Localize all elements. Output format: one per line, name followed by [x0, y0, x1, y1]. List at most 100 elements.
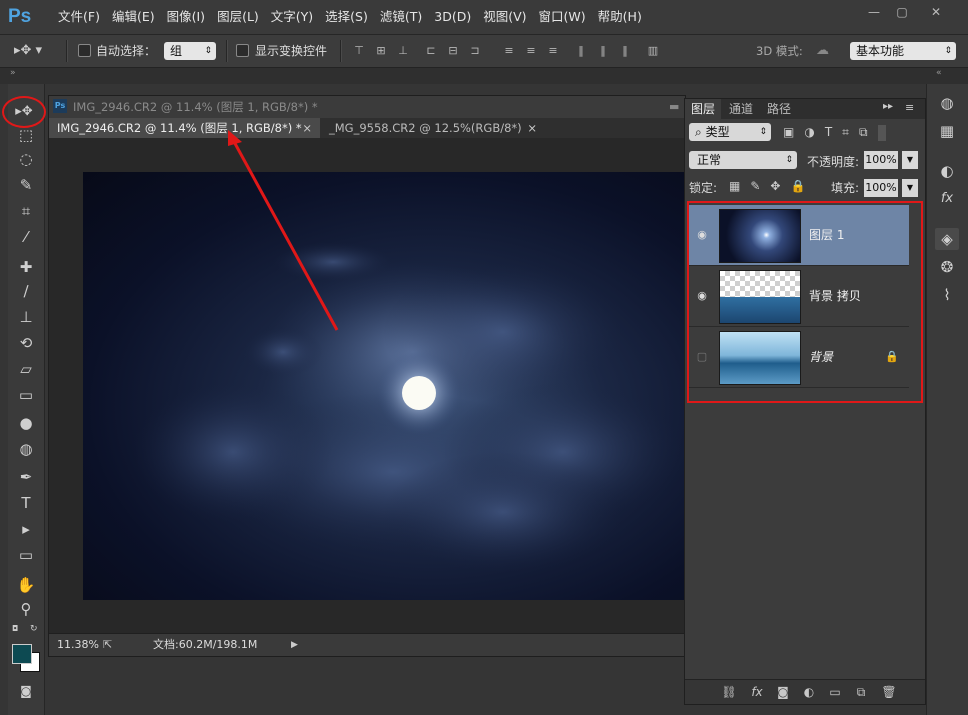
- 3d-orbit-icon[interactable]: ☁: [816, 41, 846, 61]
- layer-style-icon[interactable]: fx: [747, 682, 767, 702]
- share-icon[interactable]: ⇱: [103, 634, 112, 656]
- gradient-icon[interactable]: ▭: [14, 384, 38, 406]
- tab-mg-9558[interactable]: _MG_9558.CR2 @ 12.5%(RGB/8*) ×: [321, 118, 537, 138]
- brush-icon[interactable]: ∕: [14, 280, 38, 302]
- align-vcenter-icon[interactable]: ⊞: [374, 44, 388, 58]
- marquee-icon[interactable]: ⬚: [14, 124, 38, 146]
- hand-icon[interactable]: ✋: [14, 574, 38, 596]
- distribute-top-icon[interactable]: ≡: [502, 44, 516, 58]
- opacity-dropdown-icon[interactable]: ▼: [902, 151, 918, 169]
- menu-help[interactable]: 帮助(H): [592, 0, 648, 34]
- stamp-icon[interactable]: ⊥: [14, 306, 38, 328]
- pen-icon[interactable]: ✒: [14, 466, 38, 488]
- night-sky-photo[interactable]: [83, 172, 684, 600]
- crop-icon[interactable]: ⌗: [14, 200, 38, 222]
- history-brush-icon[interactable]: ⟲: [14, 332, 38, 354]
- distribute-hcenter-icon[interactable]: ‖: [596, 44, 610, 58]
- visibility-eye-hidden-icon[interactable]: ▢: [693, 327, 711, 387]
- pixel-filter-icon[interactable]: ▣: [783, 125, 794, 141]
- foreground-color-swatch[interactable]: [12, 644, 32, 664]
- zoom-level[interactable]: 11.38%: [57, 634, 99, 656]
- new-layer-icon[interactable]: ⧉: [851, 682, 871, 702]
- quick-select-icon[interactable]: ✎: [14, 174, 38, 196]
- type-filter-icon[interactable]: T: [825, 125, 832, 141]
- adjustment-layer-icon[interactable]: ◐: [799, 682, 819, 702]
- path-select-icon[interactable]: ▸: [14, 518, 38, 540]
- color-palette-icon[interactable]: ◍: [935, 92, 959, 114]
- document-minimize-icon[interactable]: ▬: [669, 96, 679, 118]
- layer-name[interactable]: 图层 1: [809, 205, 844, 265]
- tab-paths[interactable]: 路径: [761, 99, 797, 119]
- align-hcenter-icon[interactable]: ⊟: [446, 44, 460, 58]
- blend-mode-dropdown[interactable]: 正常 ⇕: [689, 151, 797, 169]
- delete-layer-icon[interactable]: 🗑: [879, 682, 899, 702]
- quick-mask-icon[interactable]: ◙: [14, 680, 38, 702]
- auto-select-checkbox[interactable]: [78, 44, 91, 57]
- distribute-bottom-icon[interactable]: ≡: [546, 44, 560, 58]
- layer-name[interactable]: 背景: [809, 327, 833, 387]
- menu-3d[interactable]: 3D(D): [428, 0, 477, 34]
- menu-view[interactable]: 视图(V): [477, 0, 532, 34]
- smart-object-filter-icon[interactable]: ⧉: [859, 125, 868, 141]
- opacity-input[interactable]: 100%: [864, 151, 898, 169]
- align-right-icon[interactable]: ⊐: [468, 44, 482, 58]
- auto-select-dropdown[interactable]: 组 ⇕: [164, 42, 216, 60]
- tab-close-icon[interactable]: ×: [527, 118, 537, 138]
- menu-image[interactable]: 图像(I): [161, 0, 211, 34]
- filter-kind-dropdown[interactable]: ⌕ 类型 ⇕: [689, 123, 771, 141]
- show-transform-checkbox[interactable]: [236, 44, 249, 57]
- collapse-toolbox-icon[interactable]: »: [10, 68, 16, 78]
- healing-brush-icon[interactable]: ✚: [14, 256, 38, 278]
- distribute-right-icon[interactable]: ‖: [618, 44, 632, 58]
- zoom-icon[interactable]: ⚲: [14, 598, 38, 620]
- align-top-icon[interactable]: ⊤: [352, 44, 366, 58]
- visibility-eye-icon[interactable]: ◉: [693, 205, 711, 265]
- lock-transparency-icon[interactable]: ▦: [729, 179, 740, 193]
- default-colors-icon[interactable]: ◘: [12, 624, 22, 634]
- menu-window[interactable]: 窗口(W): [533, 0, 592, 34]
- shape-filter-icon[interactable]: ⌗: [842, 125, 849, 141]
- new-group-icon[interactable]: ▭: [825, 682, 845, 702]
- workspace-dropdown[interactable]: 基本功能 ⇕: [850, 42, 956, 60]
- type-icon[interactable]: T: [14, 492, 38, 514]
- paths-icon[interactable]: ⌇: [935, 284, 959, 306]
- layer-row-layer1[interactable]: ◉ 图层 1: [689, 205, 909, 266]
- maximize-button[interactable]: ▢: [888, 5, 916, 19]
- eraser-icon[interactable]: ▱: [14, 358, 38, 380]
- status-menu-arrow-icon[interactable]: ▶: [291, 634, 298, 656]
- adjustment-filter-icon[interactable]: ◑: [804, 125, 814, 141]
- menu-select[interactable]: 选择(S): [319, 0, 374, 34]
- menu-filter[interactable]: 滤镜(T): [374, 0, 428, 34]
- menu-file[interactable]: 文件(F): [52, 0, 106, 34]
- add-mask-icon[interactable]: ◙: [773, 682, 793, 702]
- distribute-vcenter-icon[interactable]: ≡: [524, 44, 538, 58]
- panel-expand-icon[interactable]: ▸▸: [883, 101, 893, 112]
- lock-pixels-icon[interactable]: ✎: [750, 179, 760, 193]
- tab-channels[interactable]: 通道: [723, 99, 759, 119]
- blur-icon[interactable]: ●: [14, 412, 38, 434]
- layer-row-background[interactable]: ▢ 背景 🔒: [689, 327, 909, 388]
- layer-name[interactable]: 背景 拷贝: [809, 266, 861, 326]
- menu-type[interactable]: 文字(Y): [265, 0, 319, 34]
- panel-menu-icon[interactable]: ≡: [905, 101, 914, 114]
- swatches-grid-icon[interactable]: ▦: [935, 120, 959, 142]
- layer-row-background-copy[interactable]: ◉ 背景 拷贝: [689, 266, 909, 327]
- align-bottom-icon[interactable]: ⊥: [396, 44, 410, 58]
- move-tool-preset-icon[interactable]: ▸✥ ▾: [14, 42, 54, 60]
- link-layers-icon[interactable]: ⛓: [719, 682, 739, 702]
- menu-layer[interactable]: 图层(L): [211, 0, 265, 34]
- layers-dock-icon[interactable]: ◈: [935, 228, 959, 250]
- filter-toggle[interactable]: [877, 125, 886, 141]
- lasso-icon[interactable]: ◌: [14, 148, 38, 170]
- tab-layers[interactable]: 图层: [685, 99, 722, 119]
- distribute-left-icon[interactable]: ‖: [574, 44, 588, 58]
- menu-edit[interactable]: 编辑(E): [106, 0, 161, 34]
- lock-all-icon[interactable]: 🔒: [790, 179, 805, 193]
- align-left-icon[interactable]: ⊏: [424, 44, 438, 58]
- auto-align-icon[interactable]: ▥: [646, 44, 660, 58]
- minimize-button[interactable]: —: [860, 5, 888, 19]
- lock-position-icon[interactable]: ✥: [770, 179, 780, 193]
- eyedropper-icon[interactable]: ⁄: [14, 226, 38, 248]
- fill-input[interactable]: 100%: [864, 179, 898, 197]
- fill-dropdown-icon[interactable]: ▼: [902, 179, 918, 197]
